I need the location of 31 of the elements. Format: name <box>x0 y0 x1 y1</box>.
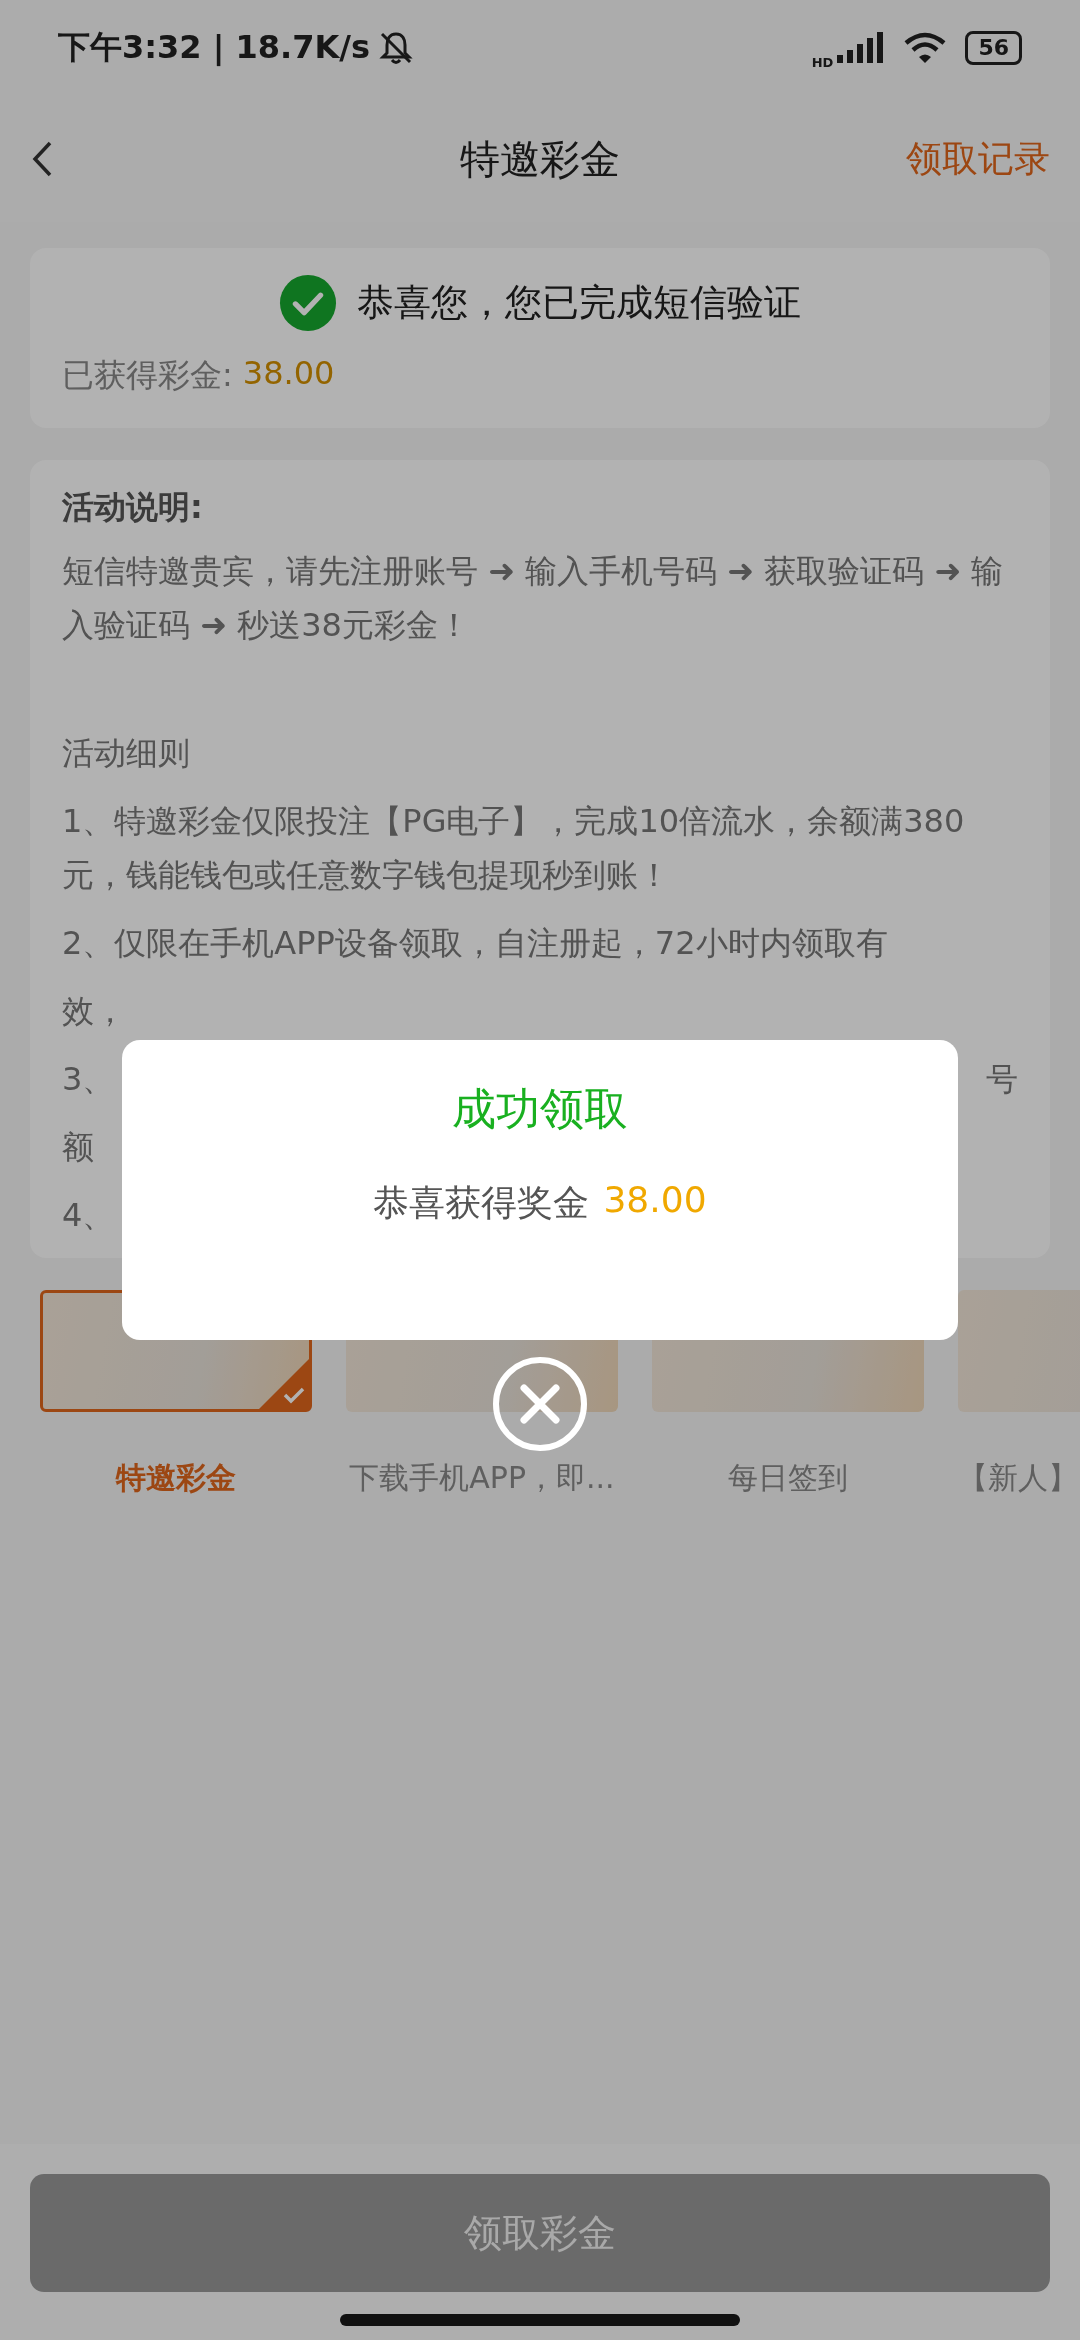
rule-text: 3、 <box>62 1059 115 1100</box>
promo-label[interactable]: 【新人】 <box>958 1458 1078 1499</box>
earned-amount: 38.00 <box>242 354 335 394</box>
wifi-icon <box>903 31 948 65</box>
earned-label: 已获得彩金: <box>62 355 233 396</box>
promo-label[interactable]: 下载手机APP，即... <box>349 1458 615 1499</box>
check-circle-icon <box>279 274 337 332</box>
signal-icon <box>835 31 886 65</box>
claim-history-link[interactable]: 领取记录 <box>906 134 1050 184</box>
info-heading: 活动说明: <box>62 487 204 528</box>
rule-text: 号 <box>986 1059 1018 1100</box>
page-title: 特邀彩金 <box>460 134 620 184</box>
back-icon[interactable] <box>30 139 54 179</box>
rule-text: 4、 <box>62 1195 115 1236</box>
promo-label[interactable]: 特邀彩金 <box>116 1458 236 1499</box>
dialog-title: 成功领取 <box>452 1082 628 1136</box>
close-icon[interactable] <box>492 1356 588 1452</box>
status-time: 下午3:32 | 18.7K/s <box>58 27 371 68</box>
dialog-message: 恭喜获得奖金 <box>373 1181 590 1225</box>
check-corner-icon <box>259 1359 309 1409</box>
rules-heading: 活动细则 <box>62 733 191 774</box>
battery-indicator: 56 <box>965 31 1022 65</box>
intro-text: 短信特邀贵宾，请先注册账号 ➜ 输入手机号码 ➜ 获取验证码 ➜ 输入验证码 ➜ 秒送38元彩金！ <box>62 551 1005 646</box>
rule-text: 1、特邀彩金仅限投注【PG电子】，完成10倍流水，余额满380元，钱能钱包或任意数字钱包提现秒到账！ <box>62 801 966 896</box>
rule-text: 效， <box>62 991 126 1032</box>
verification-message: 恭喜您，您已完成短信验证 <box>357 280 801 326</box>
dialog-amount: 38.00 <box>603 1179 707 1222</box>
rule-text: 额 <box>62 1127 94 1168</box>
network-type: HD <box>811 54 834 70</box>
promo-label[interactable]: 每日签到 <box>728 1458 848 1499</box>
rule-text: 2、仅限在手机APP设备领取，自注册起，72小时内领取有 <box>62 923 888 964</box>
